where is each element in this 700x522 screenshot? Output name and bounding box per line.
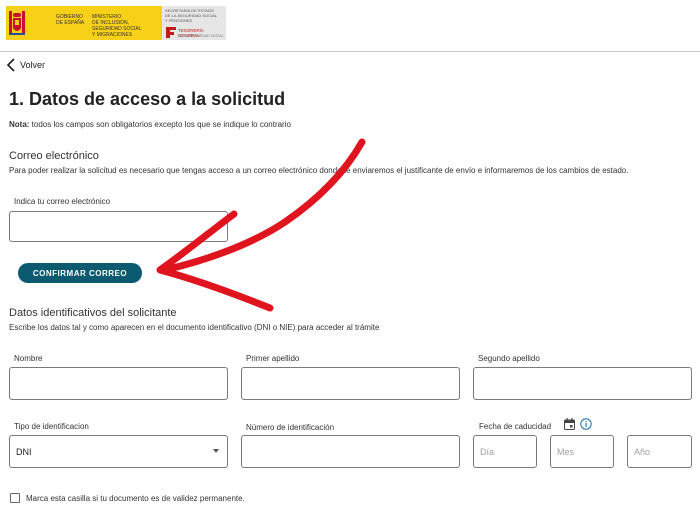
tipo-identificacion-label: Tipo de identificacion	[14, 422, 89, 431]
secretariat-line-3: Y PENSIONES	[165, 18, 193, 23]
mes-field	[550, 435, 614, 468]
tgss-logo-icon	[166, 27, 176, 38]
calendar-icon[interactable]	[564, 418, 575, 430]
anio-input[interactable]	[628, 436, 691, 467]
page-title: 1. Datos de acceso a la solicitud	[9, 89, 286, 109]
primer-apellido-field	[241, 367, 460, 400]
note-text: todos los campos son obligatorios except…	[29, 120, 291, 129]
nombre-field	[9, 367, 228, 400]
email-input[interactable]	[10, 212, 227, 241]
fecha-caducidad-label: Fecha de caducidad	[479, 422, 552, 431]
info-icon[interactable]	[580, 418, 592, 430]
numero-identificacion-field	[241, 435, 460, 468]
tipo-identificacion-select[interactable]: DNI	[9, 435, 228, 468]
email-section-title: Correo electrónico	[9, 150, 99, 162]
nombre-label: Nombre	[14, 354, 43, 363]
agency-subtitle: DE LA SEGURIDAD SOCIAL	[178, 34, 224, 38]
email-section-description: Para poder realizar la solicitud es nece…	[9, 166, 629, 175]
back-link-label: Volver	[20, 60, 46, 70]
primer-apellido-input[interactable]	[242, 368, 459, 399]
segundo-apellido-field	[473, 367, 692, 400]
email-field-label: Indica tu correo electrónico	[14, 197, 111, 206]
required-note: Nota: todos los campos son obligatorios …	[9, 120, 291, 129]
email-field-wrapper	[9, 211, 228, 242]
gov-line-2: DE ESPAÑA	[56, 20, 85, 26]
nombre-input[interactable]	[10, 368, 227, 399]
anio-field	[627, 435, 692, 468]
id-section-description: Escribe los datos tal y como aparecen en…	[9, 323, 380, 332]
coat-of-arms-icon	[9, 11, 25, 35]
dia-field	[473, 435, 537, 468]
numero-identificacion-input[interactable]	[242, 436, 459, 467]
validez-permanente-checkbox[interactable]	[10, 493, 20, 503]
caret-down-icon	[213, 449, 219, 453]
validez-permanente-label: Marca esta casilla si tu documento es de…	[26, 494, 245, 503]
dia-input[interactable]	[474, 436, 536, 467]
numero-identificacion-label: Número de identificación	[246, 423, 335, 432]
secretariat-name: SECRETARÍA DE ESTADO DE LA SEGURIDAD SOC…	[165, 8, 223, 23]
primer-apellido-label: Primer apellido	[246, 354, 300, 363]
mes-input[interactable]	[551, 436, 613, 467]
ministry-line-3: Y MIGRACIONES	[92, 32, 133, 38]
government-name: GOBIERNO DE ESPAÑA	[56, 14, 96, 26]
tipo-identificacion-value: DNI	[16, 447, 32, 457]
id-section-title: Datos identificativos del solicitante	[9, 307, 177, 319]
confirm-email-button[interactable]: CONFIRMAR CORREO	[18, 263, 142, 283]
ministry-name: MINISTERIO DE INCLUSIÓN, SEGURIDAD SOCIA…	[92, 14, 158, 38]
note-label: Nota:	[9, 120, 30, 129]
segundo-apellido-input[interactable]	[474, 368, 691, 399]
back-link[interactable]: Volver	[6, 57, 45, 73]
chevron-left-icon	[6, 58, 15, 72]
segundo-apellido-label: Segundo apellido	[478, 354, 540, 363]
ministry-line-2: DE INCLUSIÓN, SEGURIDAD SOCIAL	[92, 20, 142, 32]
